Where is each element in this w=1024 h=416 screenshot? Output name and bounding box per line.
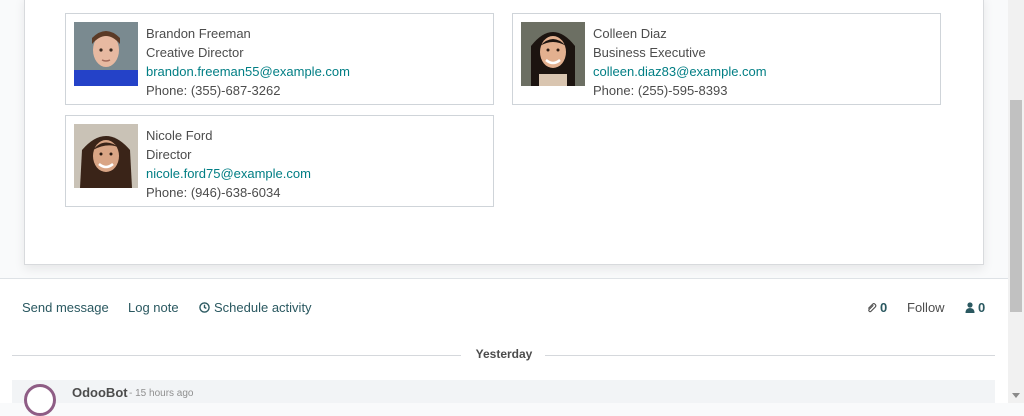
message-time: - 15 hours ago [129,388,194,399]
contact-info: Colleen Diaz Business Executive colleen.… [593,24,767,100]
contact-name: Brandon Freeman [146,26,251,41]
contact-card[interactable]: Brandon Freeman Creative Director brando… [65,13,494,105]
message-author[interactable]: OdooBot [72,385,128,400]
contact-info: Brandon Freeman Creative Director brando… [146,24,350,100]
contact-title: Business Executive [593,45,706,60]
date-separator-line [545,355,995,356]
contact-email[interactable]: colleen.diaz83@example.com [593,62,767,81]
user-icon [965,302,975,313]
contact-email[interactable]: nicole.ford75@example.com [146,164,311,183]
log-note-button[interactable]: Log note [128,300,179,315]
contact-card[interactable]: Nicole Ford Director nicole.ford75@examp… [65,115,494,207]
message: OdooBot - 15 hours ago [12,380,995,416]
attachments-count: 0 [880,300,888,315]
contact-card[interactable]: Colleen Diaz Business Executive colleen.… [512,13,941,105]
followers-button[interactable]: 0 [965,300,985,315]
send-message-button[interactable]: Send message [22,300,109,315]
contact-title: Creative Director [146,45,244,60]
contact-title: Director [146,147,192,162]
contact-email[interactable]: brandon.freeman55@example.com [146,62,350,81]
contact-name: Nicole Ford [146,128,213,143]
attachments-button[interactable]: 0 [866,300,887,315]
contact-info: Nicole Ford Director nicole.ford75@examp… [146,126,311,202]
clock-icon [199,302,210,313]
form-sheet: Brandon Freeman Creative Director brando… [24,0,984,265]
contact-phone: Phone: (355)-687-3262 [146,83,281,98]
follow-button[interactable]: Follow [907,300,945,315]
contact-phone: Phone: (946)-638-6034 [146,185,281,200]
schedule-activity-label: Schedule activity [214,300,312,315]
odoobot-avatar [24,384,56,416]
avatar [74,22,138,86]
scrollbar-thumb[interactable] [1010,100,1022,312]
avatar [74,124,138,188]
scroll-down-icon[interactable] [1012,393,1020,398]
date-separator: Yesterday [475,347,533,361]
paperclip-icon [867,302,877,312]
contact-phone: Phone: (255)-595-8393 [593,83,728,98]
followers-count: 0 [978,300,986,315]
avatar [521,22,585,86]
contact-name: Colleen Diaz [593,26,667,41]
schedule-activity-button[interactable]: Schedule activity [199,300,312,315]
date-separator-line [12,355,461,356]
